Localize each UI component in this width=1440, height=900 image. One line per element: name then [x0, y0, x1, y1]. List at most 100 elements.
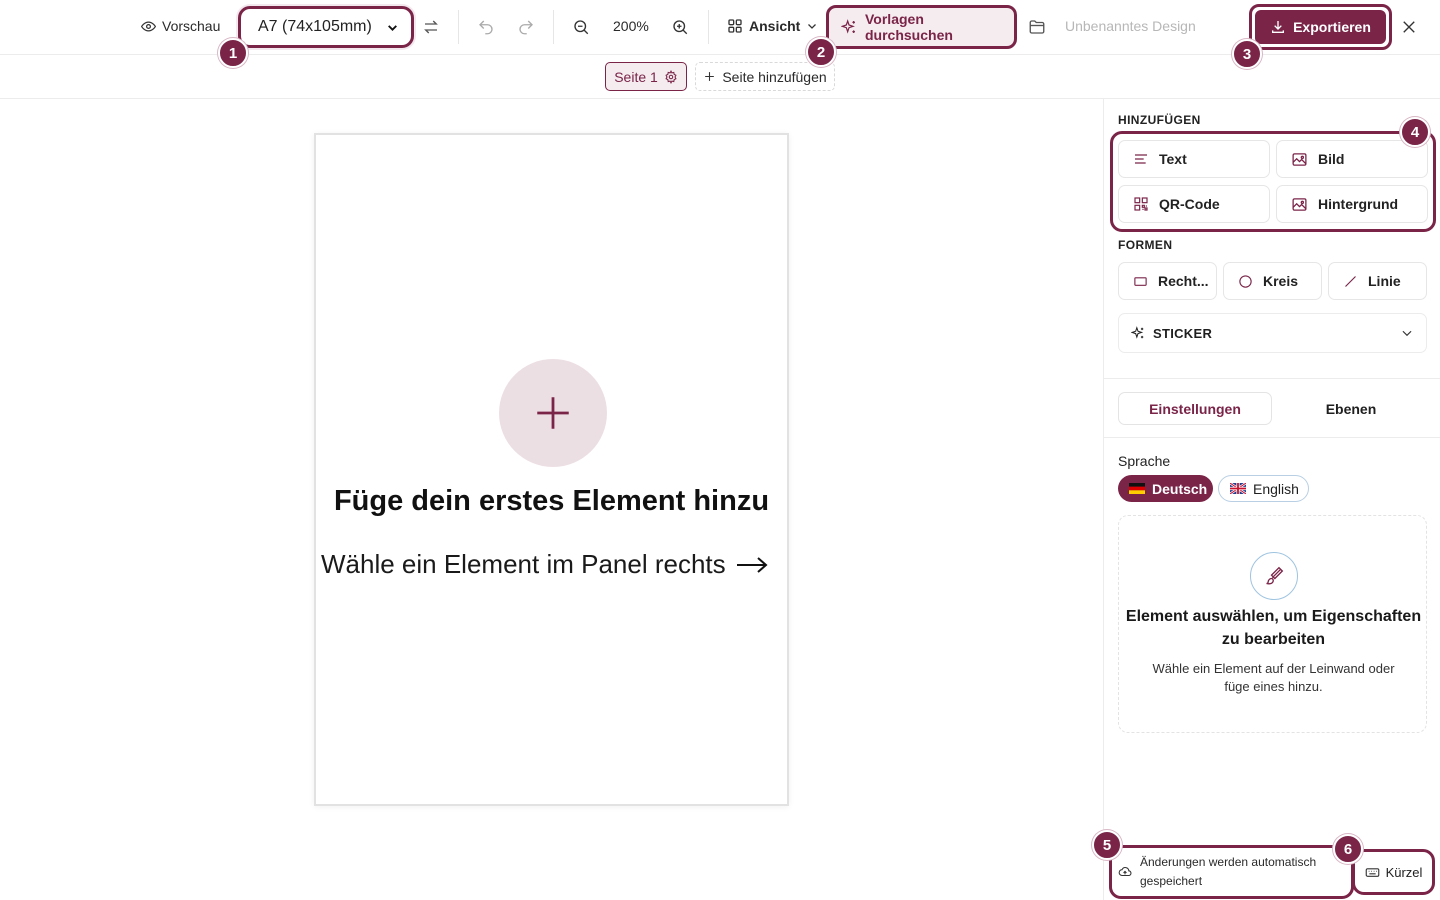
- add-qr-code-label: QR-Code: [1159, 196, 1220, 212]
- brush-icon: [1264, 566, 1284, 586]
- close-button[interactable]: [1396, 14, 1422, 40]
- background-image-icon: [1291, 196, 1308, 213]
- add-background-label: Hintergrund: [1318, 196, 1399, 212]
- toolbar-divider: [708, 10, 709, 44]
- circle-icon: [1238, 274, 1253, 289]
- language-label: Sprache: [1118, 453, 1171, 469]
- add-circle-label: Kreis: [1263, 273, 1299, 289]
- uk-flag-icon: [1230, 483, 1246, 494]
- undo-icon: [477, 18, 495, 36]
- add-line-label: Linie: [1368, 273, 1401, 289]
- toolbar-divider: [458, 10, 459, 44]
- preview-button[interactable]: Vorschau: [141, 18, 220, 34]
- panel-divider: [1104, 378, 1440, 379]
- autosave-text: Änderungen werden automatisch gespeicher…: [1140, 855, 1317, 888]
- autosave-status: Änderungen werden automatisch gespeicher…: [1109, 845, 1354, 899]
- page-size-select[interactable]: A7 (74x105mm): [238, 6, 414, 48]
- add-page-button[interactable]: Seite hinzufügen: [695, 62, 835, 91]
- empty-selection-title: Element auswählen, um Eigenschaften zu b…: [1125, 608, 1422, 648]
- zoom-level: 200%: [613, 18, 649, 34]
- add-element-button[interactable]: [499, 359, 607, 467]
- chevron-down-icon: [386, 21, 399, 34]
- panel-divider: [1104, 437, 1440, 438]
- plus-icon: [703, 70, 716, 83]
- empty-selection-description: Wähle ein Element auf der Leinwand oder …: [1152, 661, 1395, 694]
- sparkles-icon: [841, 19, 857, 35]
- export-button[interactable]: Exportieren: [1249, 4, 1392, 50]
- redo-icon: [517, 18, 535, 36]
- export-label: Exportieren: [1293, 19, 1371, 35]
- add-rectangle-label: Recht...: [1158, 273, 1209, 289]
- text-lines-icon: [1133, 151, 1149, 167]
- tab-settings[interactable]: Einstellungen: [1118, 392, 1272, 425]
- add-image-button[interactable]: Bild: [1276, 140, 1428, 178]
- shortcuts-label: Kürzel: [1385, 864, 1423, 880]
- templates-label: Vorlagen durchsuchen: [865, 11, 953, 43]
- grid-icon: [727, 18, 743, 34]
- shapes-section-label: FORMEN: [1118, 238, 1173, 252]
- zoom-in-button[interactable]: [667, 14, 693, 40]
- swap-arrows-icon: [422, 18, 440, 36]
- page-size-value: A7 (74x105mm): [258, 18, 372, 35]
- folder-icon: [1028, 18, 1046, 36]
- language-german-button[interactable]: Deutsch: [1118, 475, 1213, 502]
- page-label: Seite 1: [614, 68, 658, 85]
- add-text-button[interactable]: Text: [1118, 140, 1270, 178]
- rectangle-icon: [1133, 274, 1148, 289]
- qr-code-icon: [1133, 196, 1149, 212]
- callout-badge: 1: [218, 38, 248, 68]
- callout-badge: 6: [1333, 834, 1363, 864]
- callout-badge: 4: [1400, 117, 1430, 147]
- zoom-out-icon: [572, 18, 590, 36]
- zoom-in-icon: [671, 18, 689, 36]
- gear-icon[interactable]: [664, 69, 678, 84]
- design-canvas[interactable]: Füge dein erstes Element hinzu Wähle ein…: [314, 133, 789, 806]
- arrow-right-icon: [736, 555, 768, 575]
- add-text-label: Text: [1159, 151, 1187, 167]
- chevron-down-icon: [806, 20, 818, 32]
- design-name[interactable]: Unbenanntes Design: [1065, 18, 1196, 34]
- swap-orientation-button[interactable]: [418, 14, 444, 40]
- zoom-out-button[interactable]: [568, 14, 594, 40]
- page-tab-1[interactable]: Seite 1: [605, 62, 687, 91]
- callout-badge: 5: [1092, 830, 1122, 860]
- tab-layers[interactable]: Ebenen: [1274, 392, 1428, 425]
- shortcuts-button[interactable]: Kürzel: [1352, 849, 1435, 895]
- language-german-label: Deutsch: [1152, 480, 1208, 497]
- add-line-button[interactable]: Linie: [1328, 262, 1427, 300]
- keyboard-icon: [1365, 865, 1380, 880]
- brush-icon-wrapper: [1250, 552, 1298, 600]
- language-english-button[interactable]: English: [1218, 475, 1309, 502]
- undo-button[interactable]: [473, 14, 499, 40]
- export-button-inner: Exportieren: [1255, 10, 1386, 44]
- add-qr-code-button[interactable]: QR-Code: [1118, 185, 1270, 223]
- callout-badge: 3: [1232, 39, 1262, 69]
- plus-icon: [532, 392, 574, 434]
- german-flag-icon: [1129, 483, 1145, 494]
- add-circle-button[interactable]: Kreis: [1223, 262, 1322, 300]
- callout-badge: 2: [806, 37, 836, 67]
- chevron-down-icon: [1400, 326, 1414, 340]
- redo-button[interactable]: [513, 14, 539, 40]
- sticker-header: STICKER: [1131, 326, 1212, 341]
- close-icon: [1400, 18, 1418, 36]
- line-icon: [1343, 274, 1358, 289]
- language-english-label: English: [1253, 480, 1299, 497]
- eye-icon: [141, 19, 156, 34]
- sparkles-icon: [1131, 326, 1145, 340]
- image-icon: [1291, 151, 1308, 168]
- top-toolbar: Vorschau A7 (74x105mm) 200% Ansicht Vorl…: [0, 0, 1440, 55]
- browse-templates-button[interactable]: Vorlagen durchsuchen: [826, 5, 1017, 49]
- open-folder-button[interactable]: [1024, 14, 1050, 40]
- properties-panel: HINZUFÜGEN Text Bild QR-Code Hintergrund…: [1103, 99, 1440, 900]
- add-background-button[interactable]: Hintergrund: [1276, 185, 1428, 223]
- preview-label: Vorschau: [162, 18, 221, 34]
- empty-canvas-hint: Wähle ein Element im Panel rechts: [321, 549, 791, 580]
- sticker-dropdown[interactable]: STICKER: [1118, 313, 1427, 353]
- toolbar-divider: [553, 10, 554, 44]
- view-menu-button[interactable]: Ansicht: [727, 18, 818, 34]
- empty-canvas-title: Füge dein erstes Element hinzu: [333, 485, 770, 517]
- empty-canvas-subtitle: Wähle ein Element im Panel rechts: [321, 549, 726, 579]
- add-image-label: Bild: [1318, 151, 1345, 167]
- add-rectangle-button[interactable]: Recht...: [1118, 262, 1217, 300]
